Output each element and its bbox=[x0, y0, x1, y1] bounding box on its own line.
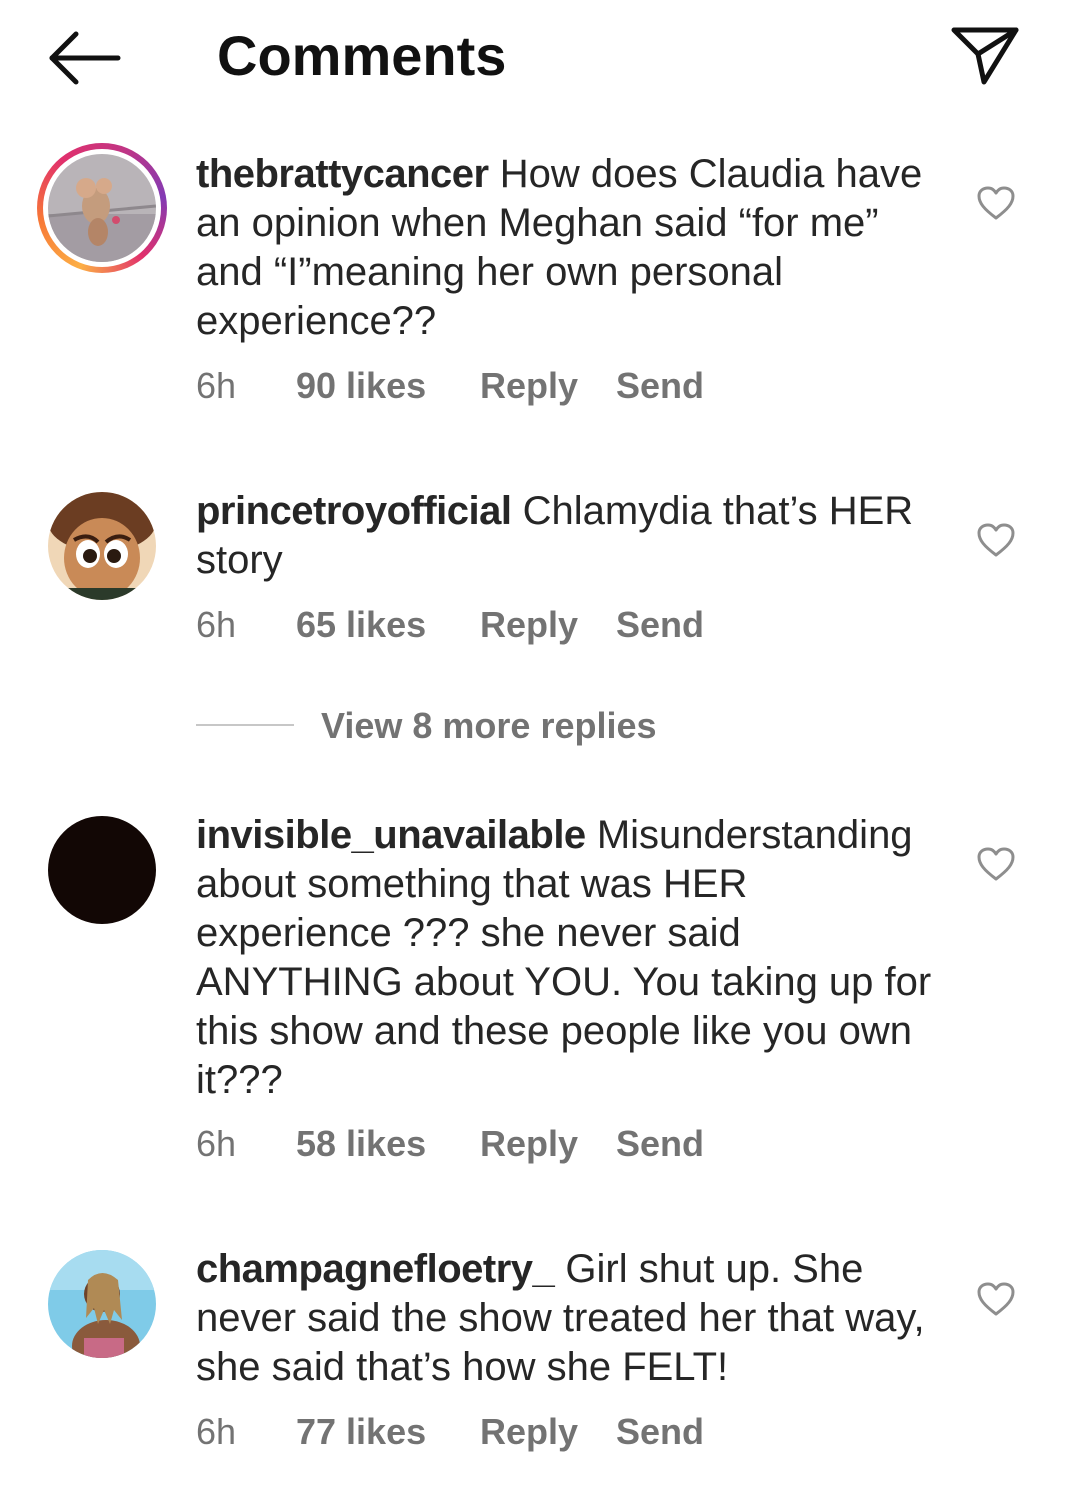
avatar-image bbox=[48, 154, 156, 262]
heart-icon[interactable] bbox=[976, 846, 1016, 882]
heart-icon[interactable] bbox=[976, 522, 1016, 558]
header-bar: Comments bbox=[0, 0, 1080, 112]
send-button[interactable]: Send bbox=[616, 1122, 704, 1166]
share-button[interactable] bbox=[944, 20, 1024, 92]
reply-button[interactable]: Reply bbox=[480, 364, 578, 408]
comment-text: champagnefloetry_ Girl shut up. She neve… bbox=[196, 1245, 936, 1392]
avatar[interactable] bbox=[48, 816, 156, 924]
divider bbox=[196, 724, 294, 726]
avatar[interactable] bbox=[48, 154, 156, 262]
comment-username[interactable]: invisible_unavailable bbox=[196, 813, 586, 857]
heart-icon[interactable] bbox=[976, 185, 1016, 221]
view-more-replies[interactable]: View 8 more replies bbox=[196, 704, 696, 748]
view-more-replies-label: View 8 more replies bbox=[321, 705, 657, 746]
comment-username[interactable]: princetroyofficial bbox=[196, 489, 512, 533]
avatar[interactable] bbox=[48, 1250, 156, 1358]
send-button[interactable]: Send bbox=[616, 364, 704, 408]
page-title: Comments bbox=[217, 24, 507, 87]
send-button[interactable]: Send bbox=[616, 603, 704, 647]
comment-username[interactable]: thebrattycancer bbox=[196, 152, 489, 196]
story-ring[interactable] bbox=[37, 143, 167, 273]
avatar-image bbox=[48, 1250, 156, 1358]
comment-time: 6h bbox=[196, 365, 237, 406]
avatar-image bbox=[48, 492, 156, 600]
comment-time: 6h bbox=[196, 1411, 237, 1452]
comment-username[interactable]: champagnefloetry_ bbox=[196, 1247, 555, 1291]
comment-likes[interactable]: 65 likes bbox=[296, 603, 426, 647]
comment-text: invisible_unavailable Misunderstanding a… bbox=[196, 811, 936, 1105]
reply-button[interactable]: Reply bbox=[480, 603, 578, 647]
comment-likes[interactable]: 77 likes bbox=[296, 1410, 426, 1454]
comment-likes[interactable]: 90 likes bbox=[296, 364, 426, 408]
back-button[interactable] bbox=[44, 28, 124, 88]
comment-text: princetroyofficial Chlamydia that’s HER … bbox=[196, 487, 936, 585]
arrow-left-icon bbox=[49, 31, 121, 85]
comment-text: thebrattycancer How does Claudia have an… bbox=[196, 150, 936, 346]
reply-button[interactable]: Reply bbox=[480, 1410, 578, 1454]
comment-time: 6h bbox=[196, 604, 237, 645]
paper-plane-icon bbox=[951, 27, 1019, 85]
reply-button[interactable]: Reply bbox=[480, 1122, 578, 1166]
comment-likes[interactable]: 58 likes bbox=[296, 1122, 426, 1166]
comment-time: 6h bbox=[196, 1123, 237, 1164]
send-button[interactable]: Send bbox=[616, 1410, 704, 1454]
heart-icon[interactable] bbox=[976, 1281, 1016, 1317]
avatar[interactable] bbox=[48, 492, 156, 600]
